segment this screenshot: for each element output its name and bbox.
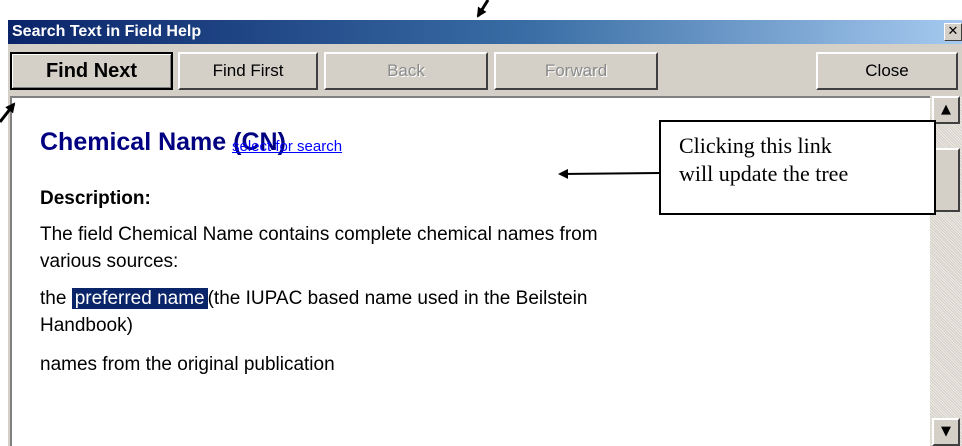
top-pointer-arrow	[476, 0, 490, 18]
link-pointer-arrow	[558, 168, 660, 179]
find-next-pointer-arrow	[0, 102, 16, 123]
annotation-arrows	[0, 0, 660, 179]
